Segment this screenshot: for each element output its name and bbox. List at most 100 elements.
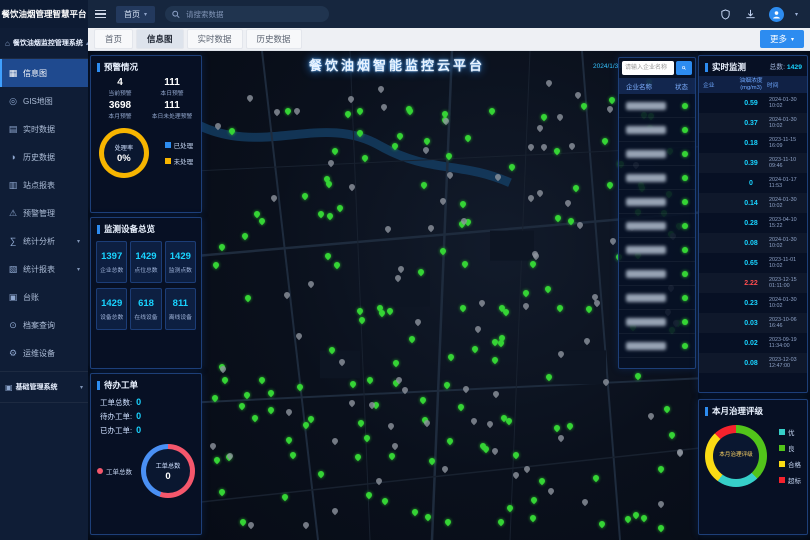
sidebar-item-运维设备[interactable]: ⚙运维设备 [0,339,88,367]
company-search-input[interactable] [622,61,674,75]
process-rate-legend: 已处理未处理 [165,140,194,166]
legend-item: 超标 [779,475,801,485]
company-row[interactable] [619,238,695,262]
company-row[interactable] [619,286,695,310]
chevron-down-icon: ▾ [791,36,794,43]
concentration-value: 0.02 [735,340,767,347]
realtime-row[interactable]: 0.022023-09-19 11:34:00 [699,333,807,353]
sidebar-item-台账[interactable]: ▣台账 [0,283,88,311]
chevron-down-icon: ▾ [77,238,80,245]
realtime-row[interactable]: 2.222023-12-15 01:11:00 [699,273,807,293]
status-online-dot [682,151,688,157]
company-search-button[interactable] [676,61,692,75]
breadcrumb-home-tab[interactable]: 首页 ▾ [116,6,155,23]
sidebar-item-label: 运维设备 [23,348,55,359]
company-row[interactable] [619,166,695,190]
stats-icon: ▧ [8,264,18,275]
tab-实时数据[interactable]: 实时数据 [187,29,243,49]
tab-历史数据[interactable]: 历史数据 [246,29,302,49]
company-row[interactable] [619,94,695,118]
timestamp: 2023-12-15 01:11:00 [769,277,809,291]
process-rate-value: 0% [117,153,131,164]
device-stat: 1429监测点数 [165,241,196,283]
global-search[interactable] [165,6,329,22]
warning-stat-label: 当前预警 [95,88,145,97]
sidebar-item-label: 历史数据 [23,152,55,163]
device-stat-label: 在线设备 [131,312,160,321]
process-rate-label: 处理率 [115,143,134,152]
chevron-down-icon: ▾ [80,384,83,391]
warning-stat-label: 本月预警 [95,111,145,120]
sidebar-item-预警管理[interactable]: ⚠预警管理 [0,199,88,227]
sidebar-item-统计报表[interactable]: ▧统计报表▾ [0,255,88,283]
realtime-row[interactable]: 0.082023-12-03 12:47:00 [699,353,807,373]
search-icon [682,64,686,72]
realtime-row[interactable]: 0.182023-11-15 16:09 [699,133,807,153]
blurred-company-name [626,342,666,350]
badge-icon[interactable] [719,7,733,21]
tabbar: 首页信息图实时数据历史数据 更多 ▾ [88,28,810,51]
legend-item: 工单总数 [97,466,132,476]
timestamp: 2023-12-03 12:47:00 [769,357,809,371]
company-row[interactable] [619,118,695,142]
warning-stat-label: 本日预警 [147,88,197,97]
blurred-company-name [626,294,666,302]
device-stat-label: 设备总数 [97,312,126,321]
status-online-dot [682,223,688,229]
sidebar-base-system[interactable]: ▣ 基础管理系统 ▾ [0,371,88,403]
company-row[interactable] [619,214,695,238]
menu-toggle-icon[interactable] [88,0,112,28]
sidebar-item-档案查询[interactable]: ⊙档案查询 [0,311,88,339]
tab-首页[interactable]: 首页 [94,29,133,49]
ticket-lines: 工单总数:0待办工单:0已办工单:0 [91,394,201,436]
company-row[interactable] [619,334,695,358]
ticket-line-label: 工单总数: [100,398,132,407]
company-row[interactable] [619,262,695,286]
concentration-value: 0.08 [735,240,767,247]
realtime-row[interactable]: 0.592024-01-30 10:02 [699,93,807,113]
sidebar-system-title[interactable]: ⌂ 餐饮油烟监控管理系统 ▴ [0,28,88,59]
company-row[interactable] [619,190,695,214]
realtime-row[interactable]: 0.282023-04-10 15:22 [699,213,807,233]
avatar[interactable] [769,7,784,22]
realtime-row[interactable]: 0.082024-01-30 10:02 [699,233,807,253]
more-label: 更多 [770,33,787,45]
global-search-input[interactable] [184,9,322,20]
company-row[interactable] [619,310,695,334]
sidebar-item-信息图[interactable]: ▦信息图 [0,59,88,87]
realtime-row[interactable]: 0.372024-01-30 10:02 [699,113,807,133]
sidebar-item-历史数据[interactable]: ◑历史数据 [0,143,88,171]
ticket-donut-label: 工单总数 [156,461,181,470]
sidebar-item-实时数据[interactable]: ▤实时数据 [0,115,88,143]
realtime-row[interactable]: 0.392023-11-10 09:46 [699,153,807,173]
timestamp: 2023-11-01 10:02 [769,257,809,271]
status-online-dot [682,319,688,325]
device-stat: 618在线设备 [130,288,161,330]
dashboard: 餐饮油烟智能监控云平台 2024/1/30 10:03 星期二 预警情况 4当前… [88,51,810,540]
realtime-row[interactable]: 0.232024-01-30 10:02 [699,293,807,313]
device-stat: 1429点位总数 [130,241,161,283]
realtime-row[interactable]: 0.652023-11-01 10:02 [699,253,807,273]
legend-label: 工单总数 [106,466,132,476]
warning-stat: 111本日预警 [147,77,197,97]
total-value: 1429 [787,64,802,71]
status-online-dot [682,271,688,277]
sidebar-item-统计分析[interactable]: ∑统计分析▾ [0,227,88,255]
device-stat: 1397企业总数 [96,241,127,283]
analysis-icon: ∑ [8,236,18,246]
more-button[interactable]: 更多 ▾ [760,30,804,48]
company-row[interactable] [619,142,695,166]
realtime-row[interactable]: 02024-01-17 11:53 [699,173,807,193]
timestamp: 2023-11-10 09:46 [769,157,809,171]
status-online-dot [682,199,688,205]
realtime-row[interactable]: 0.032023-10-06 16:46 [699,313,807,333]
sidebar-item-GIS地图[interactable]: ◎GIS地图 [0,87,88,115]
ticket-line-value: 0 [136,411,141,421]
sidebar-item-站点报表[interactable]: ▥站点报表 [0,171,88,199]
device-stat-value: 1397 [97,251,126,262]
chevron-down-icon[interactable]: ▾ [795,11,798,18]
timestamp: 2024-01-30 10:02 [769,297,809,311]
tab-信息图[interactable]: 信息图 [136,29,184,49]
realtime-row[interactable]: 0.142024-01-30 10:02 [699,193,807,213]
download-icon[interactable] [744,7,758,21]
